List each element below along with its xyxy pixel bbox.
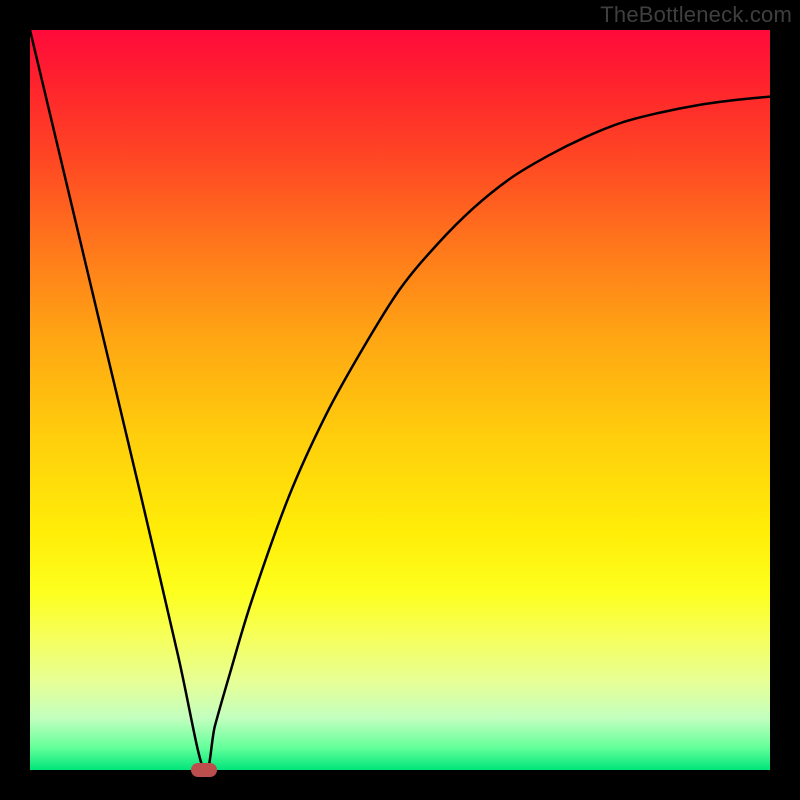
- bottleneck-curve: [30, 30, 770, 770]
- chart-frame: TheBottleneck.com: [0, 0, 800, 800]
- attribution-text: TheBottleneck.com: [600, 2, 792, 28]
- minimum-marker: [191, 763, 217, 777]
- plot-area: [30, 30, 770, 770]
